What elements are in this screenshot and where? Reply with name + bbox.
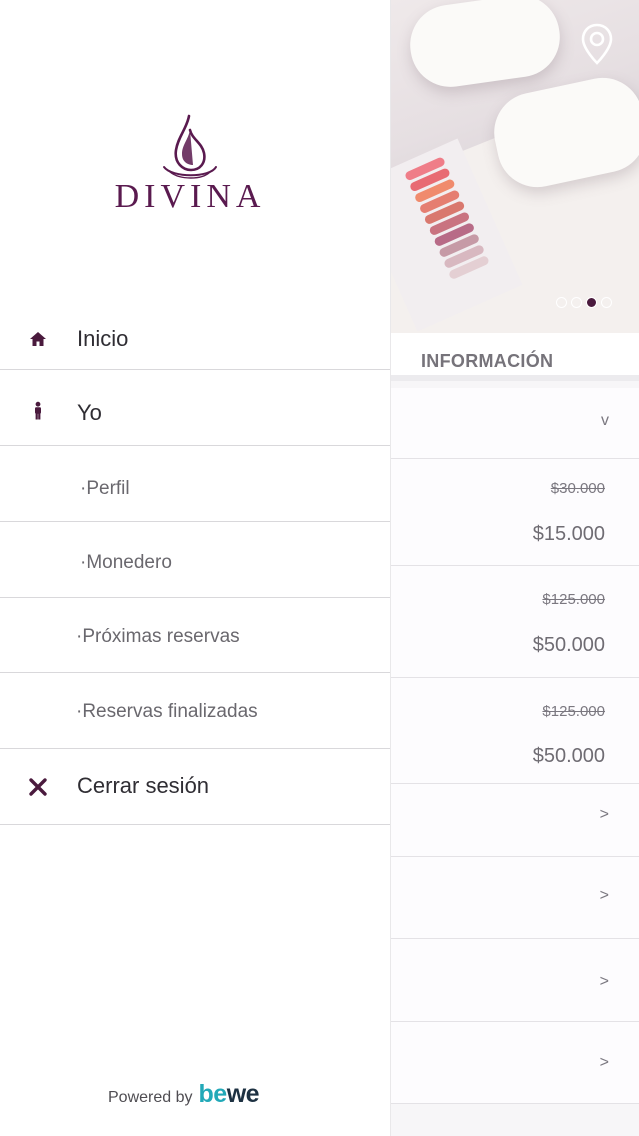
brand-name: DIVINA xyxy=(114,178,266,215)
carousel-dot[interactable] xyxy=(571,297,582,308)
chevron-right-icon: > xyxy=(599,806,609,823)
person-icon xyxy=(35,401,41,420)
menu-item-inicio[interactable]: Inicio xyxy=(0,307,390,370)
info-section-header: INFORMACIÓN xyxy=(390,333,639,381)
collapse-row[interactable]: v xyxy=(390,388,639,459)
chevron-right-icon: > xyxy=(599,973,609,990)
powered-by-text: Powered by xyxy=(108,1089,193,1106)
carousel-dot[interactable] xyxy=(556,297,567,308)
chevron-right-icon: > xyxy=(599,887,609,904)
carousel-dot[interactable] xyxy=(601,297,612,308)
hero-towel-top xyxy=(405,0,565,93)
menu-item-label: Cerrar sesión xyxy=(77,773,210,798)
old-price: $125.000 xyxy=(542,591,605,608)
link-row[interactable]: > xyxy=(390,1022,639,1104)
menu-item-label: Yo xyxy=(77,400,102,425)
chevron-down-icon: v xyxy=(601,412,609,429)
drop-logo-icon xyxy=(163,114,217,179)
menu-item-reservas-finalizadas[interactable]: ·Reservas finalizadas xyxy=(0,673,390,749)
new-price: $15.000 xyxy=(532,523,605,545)
old-price: $125.000 xyxy=(542,703,605,720)
powered-by-footer: Powered by bewe xyxy=(108,1080,260,1109)
menu-item-cerrar-sesion[interactable]: Cerrar sesión xyxy=(0,749,390,825)
carousel-dots[interactable] xyxy=(556,297,612,308)
menu-item-label: Inicio xyxy=(77,326,129,351)
section-title: INFORMACIÓN xyxy=(421,351,554,371)
new-price: $50.000 xyxy=(532,634,605,656)
menu-item-yo[interactable]: Yo xyxy=(0,370,390,446)
navigation-drawer: DIVINA Inicio Yo ·Perfil ·Monedero ·Próx… xyxy=(0,0,391,1136)
menu-item-label: ·Monedero xyxy=(80,552,172,573)
bewe-logo[interactable]: bewe xyxy=(199,1080,260,1109)
link-row[interactable]: > xyxy=(390,857,639,939)
link-row[interactable]: > xyxy=(390,784,639,857)
service-row[interactable]: $125.000 $50.000 xyxy=(390,678,639,784)
chevron-right-icon: > xyxy=(599,1054,609,1071)
service-row[interactable]: $30.000 $15.000 xyxy=(390,459,639,566)
carousel-dot[interactable] xyxy=(586,297,597,308)
service-row[interactable]: $125.000 $50.000 xyxy=(390,566,639,678)
menu-item-monedero[interactable]: ·Monedero xyxy=(0,522,390,598)
menu-item-label: ·Próximas reservas xyxy=(76,626,240,647)
menu-item-perfil[interactable]: ·Perfil xyxy=(0,446,390,522)
new-price: $50.000 xyxy=(532,745,605,767)
menu-item-label: ·Reservas finalizadas xyxy=(76,701,258,722)
old-price: $30.000 xyxy=(550,480,605,497)
close-icon xyxy=(29,778,47,796)
menu-item-label: ·Perfil xyxy=(80,478,130,499)
link-row[interactable]: > xyxy=(390,939,639,1022)
brand-logo: DIVINA xyxy=(110,112,270,222)
menu-item-proximas-reservas[interactable]: ·Próximas reservas xyxy=(0,598,390,673)
home-icon xyxy=(30,332,46,346)
location-pin-icon[interactable] xyxy=(580,22,614,66)
